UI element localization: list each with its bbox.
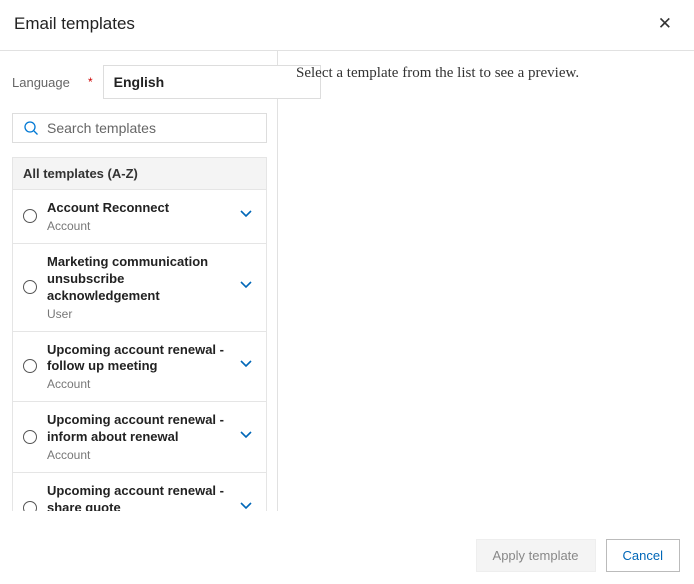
template-category: Account xyxy=(47,377,224,391)
group-header: All templates (A-Z) xyxy=(13,158,266,190)
chevron-down-icon[interactable] xyxy=(234,499,258,511)
template-item[interactable]: Upcoming account renewal - follow up mee… xyxy=(13,332,266,403)
template-category: Account xyxy=(47,448,224,462)
language-label: Language xyxy=(12,75,82,90)
left-panel: Language * All templates (A-Z) Account R… xyxy=(0,51,278,511)
language-row: Language * xyxy=(12,65,267,99)
chevron-down-icon[interactable] xyxy=(234,278,258,297)
chevron-down-icon[interactable] xyxy=(234,207,258,226)
radio-unchecked-icon[interactable] xyxy=(23,280,37,294)
radio-unchecked-icon[interactable] xyxy=(23,501,37,511)
preview-panel: Select a template from the list to see a… xyxy=(278,51,694,511)
radio-unchecked-icon[interactable] xyxy=(23,359,37,373)
search-icon xyxy=(23,120,39,136)
close-icon: ✕ xyxy=(658,14,672,33)
dialog-header: Email templates ✕ xyxy=(0,0,694,51)
chevron-down-icon[interactable] xyxy=(234,357,258,376)
template-name: Account Reconnect xyxy=(47,200,224,217)
dialog-footer: Apply template Cancel xyxy=(476,539,680,572)
template-text: Upcoming account renewal - share quote A… xyxy=(47,483,224,511)
template-list[interactable]: All templates (A-Z) Account Reconnect Ac… xyxy=(12,157,267,511)
preview-empty-text: Select a template from the list to see a… xyxy=(296,65,676,82)
template-text: Upcoming account renewal - follow up mee… xyxy=(47,342,224,392)
template-text: Marketing communication unsubscribe ackn… xyxy=(47,254,224,321)
template-item[interactable]: Marketing communication unsubscribe ackn… xyxy=(13,244,266,332)
close-button[interactable]: ✕ xyxy=(650,10,680,38)
template-category: Account xyxy=(47,219,224,233)
radio-unchecked-icon[interactable] xyxy=(23,209,37,223)
template-item[interactable]: Account Reconnect Account xyxy=(13,190,266,244)
template-name: Marketing communication unsubscribe ackn… xyxy=(47,254,224,305)
chevron-down-icon[interactable] xyxy=(234,428,258,447)
apply-template-button[interactable]: Apply template xyxy=(476,539,596,572)
template-category: User xyxy=(47,307,224,321)
template-text: Upcoming account renewal - inform about … xyxy=(47,412,224,462)
template-text: Account Reconnect Account xyxy=(47,200,224,233)
template-name: Upcoming account renewal - share quote xyxy=(47,483,224,511)
template-name: Upcoming account renewal - follow up mee… xyxy=(47,342,224,376)
template-item[interactable]: Upcoming account renewal - share quote A… xyxy=(13,473,266,511)
required-marker: * xyxy=(88,75,93,89)
dialog-title: Email templates xyxy=(14,14,135,34)
cancel-button[interactable]: Cancel xyxy=(606,539,680,572)
search-input[interactable] xyxy=(47,120,256,136)
template-name: Upcoming account renewal - inform about … xyxy=(47,412,224,446)
template-item[interactable]: Upcoming account renewal - inform about … xyxy=(13,402,266,473)
dialog-body: Language * All templates (A-Z) Account R… xyxy=(0,51,694,511)
radio-unchecked-icon[interactable] xyxy=(23,430,37,444)
search-field[interactable] xyxy=(12,113,267,143)
